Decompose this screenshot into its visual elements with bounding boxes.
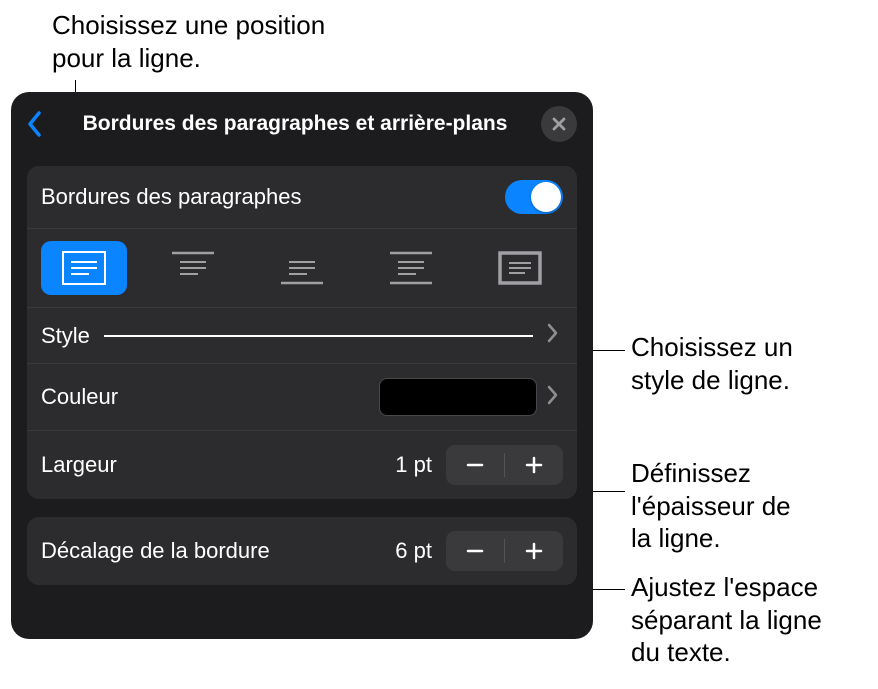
plus-icon [523, 454, 545, 476]
position-box-thick[interactable] [477, 241, 563, 295]
callout-position: Choisissez une position pour la ligne. [52, 9, 325, 74]
color-swatch [379, 378, 537, 416]
chevron-left-icon [27, 111, 43, 137]
width-increment[interactable] [505, 445, 563, 485]
position-bottom-icon [280, 251, 324, 285]
position-top-icon [171, 251, 215, 285]
offset-stepper [446, 531, 563, 571]
position-segmented [27, 229, 577, 308]
borders-toggle-row: Bordures des paragraphes [27, 166, 577, 229]
borders-section: Bordures des paragraphes [27, 166, 577, 499]
panel-header: Bordures des paragraphes et arrière-plan… [11, 92, 593, 156]
width-stepper [446, 445, 563, 485]
position-box-icon [62, 251, 106, 285]
position-bottom[interactable] [259, 241, 345, 295]
settings-panel: Bordures des paragraphes et arrière-plan… [11, 92, 593, 639]
callout-style: Choisissez un style de ligne. [631, 331, 793, 396]
position-box[interactable] [41, 241, 127, 295]
position-top-bottom-icon [389, 251, 433, 285]
style-label: Style [41, 323, 90, 349]
offset-label: Décalage de la bordure [41, 538, 270, 564]
plus-icon [523, 540, 545, 562]
panel-title: Bordures des paragraphes et arrière-plan… [59, 112, 531, 136]
chevron-right-icon [547, 385, 563, 410]
offset-row: Décalage de la bordure 6 pt [27, 517, 577, 585]
width-label: Largeur [41, 452, 117, 478]
offset-increment[interactable] [505, 531, 563, 571]
color-label: Couleur [41, 384, 118, 410]
position-top-bottom[interactable] [368, 241, 454, 295]
offset-value: 6 pt [395, 538, 432, 564]
style-preview [104, 335, 533, 337]
chevron-right-icon [547, 323, 563, 348]
close-button[interactable] [541, 106, 577, 142]
offset-section: Décalage de la bordure 6 pt [27, 517, 577, 585]
offset-decrement[interactable] [446, 531, 504, 571]
callout-width: Définissez l'épaisseur de la ligne. [631, 457, 791, 555]
position-top[interactable] [150, 241, 236, 295]
callout-offset: Ajustez l'espace séparant la ligne du te… [631, 571, 822, 669]
width-decrement[interactable] [446, 445, 504, 485]
borders-label: Bordures des paragraphes [41, 184, 302, 210]
position-box-thick-icon [498, 251, 542, 285]
color-row[interactable]: Couleur [27, 364, 577, 431]
close-icon [551, 116, 567, 132]
minus-icon [464, 454, 486, 476]
borders-toggle[interactable] [505, 180, 563, 214]
style-row[interactable]: Style [27, 308, 577, 364]
width-row: Largeur 1 pt [27, 431, 577, 499]
toggle-knob [531, 182, 561, 212]
width-value: 1 pt [395, 452, 432, 478]
back-button[interactable] [21, 111, 49, 137]
minus-icon [464, 540, 486, 562]
